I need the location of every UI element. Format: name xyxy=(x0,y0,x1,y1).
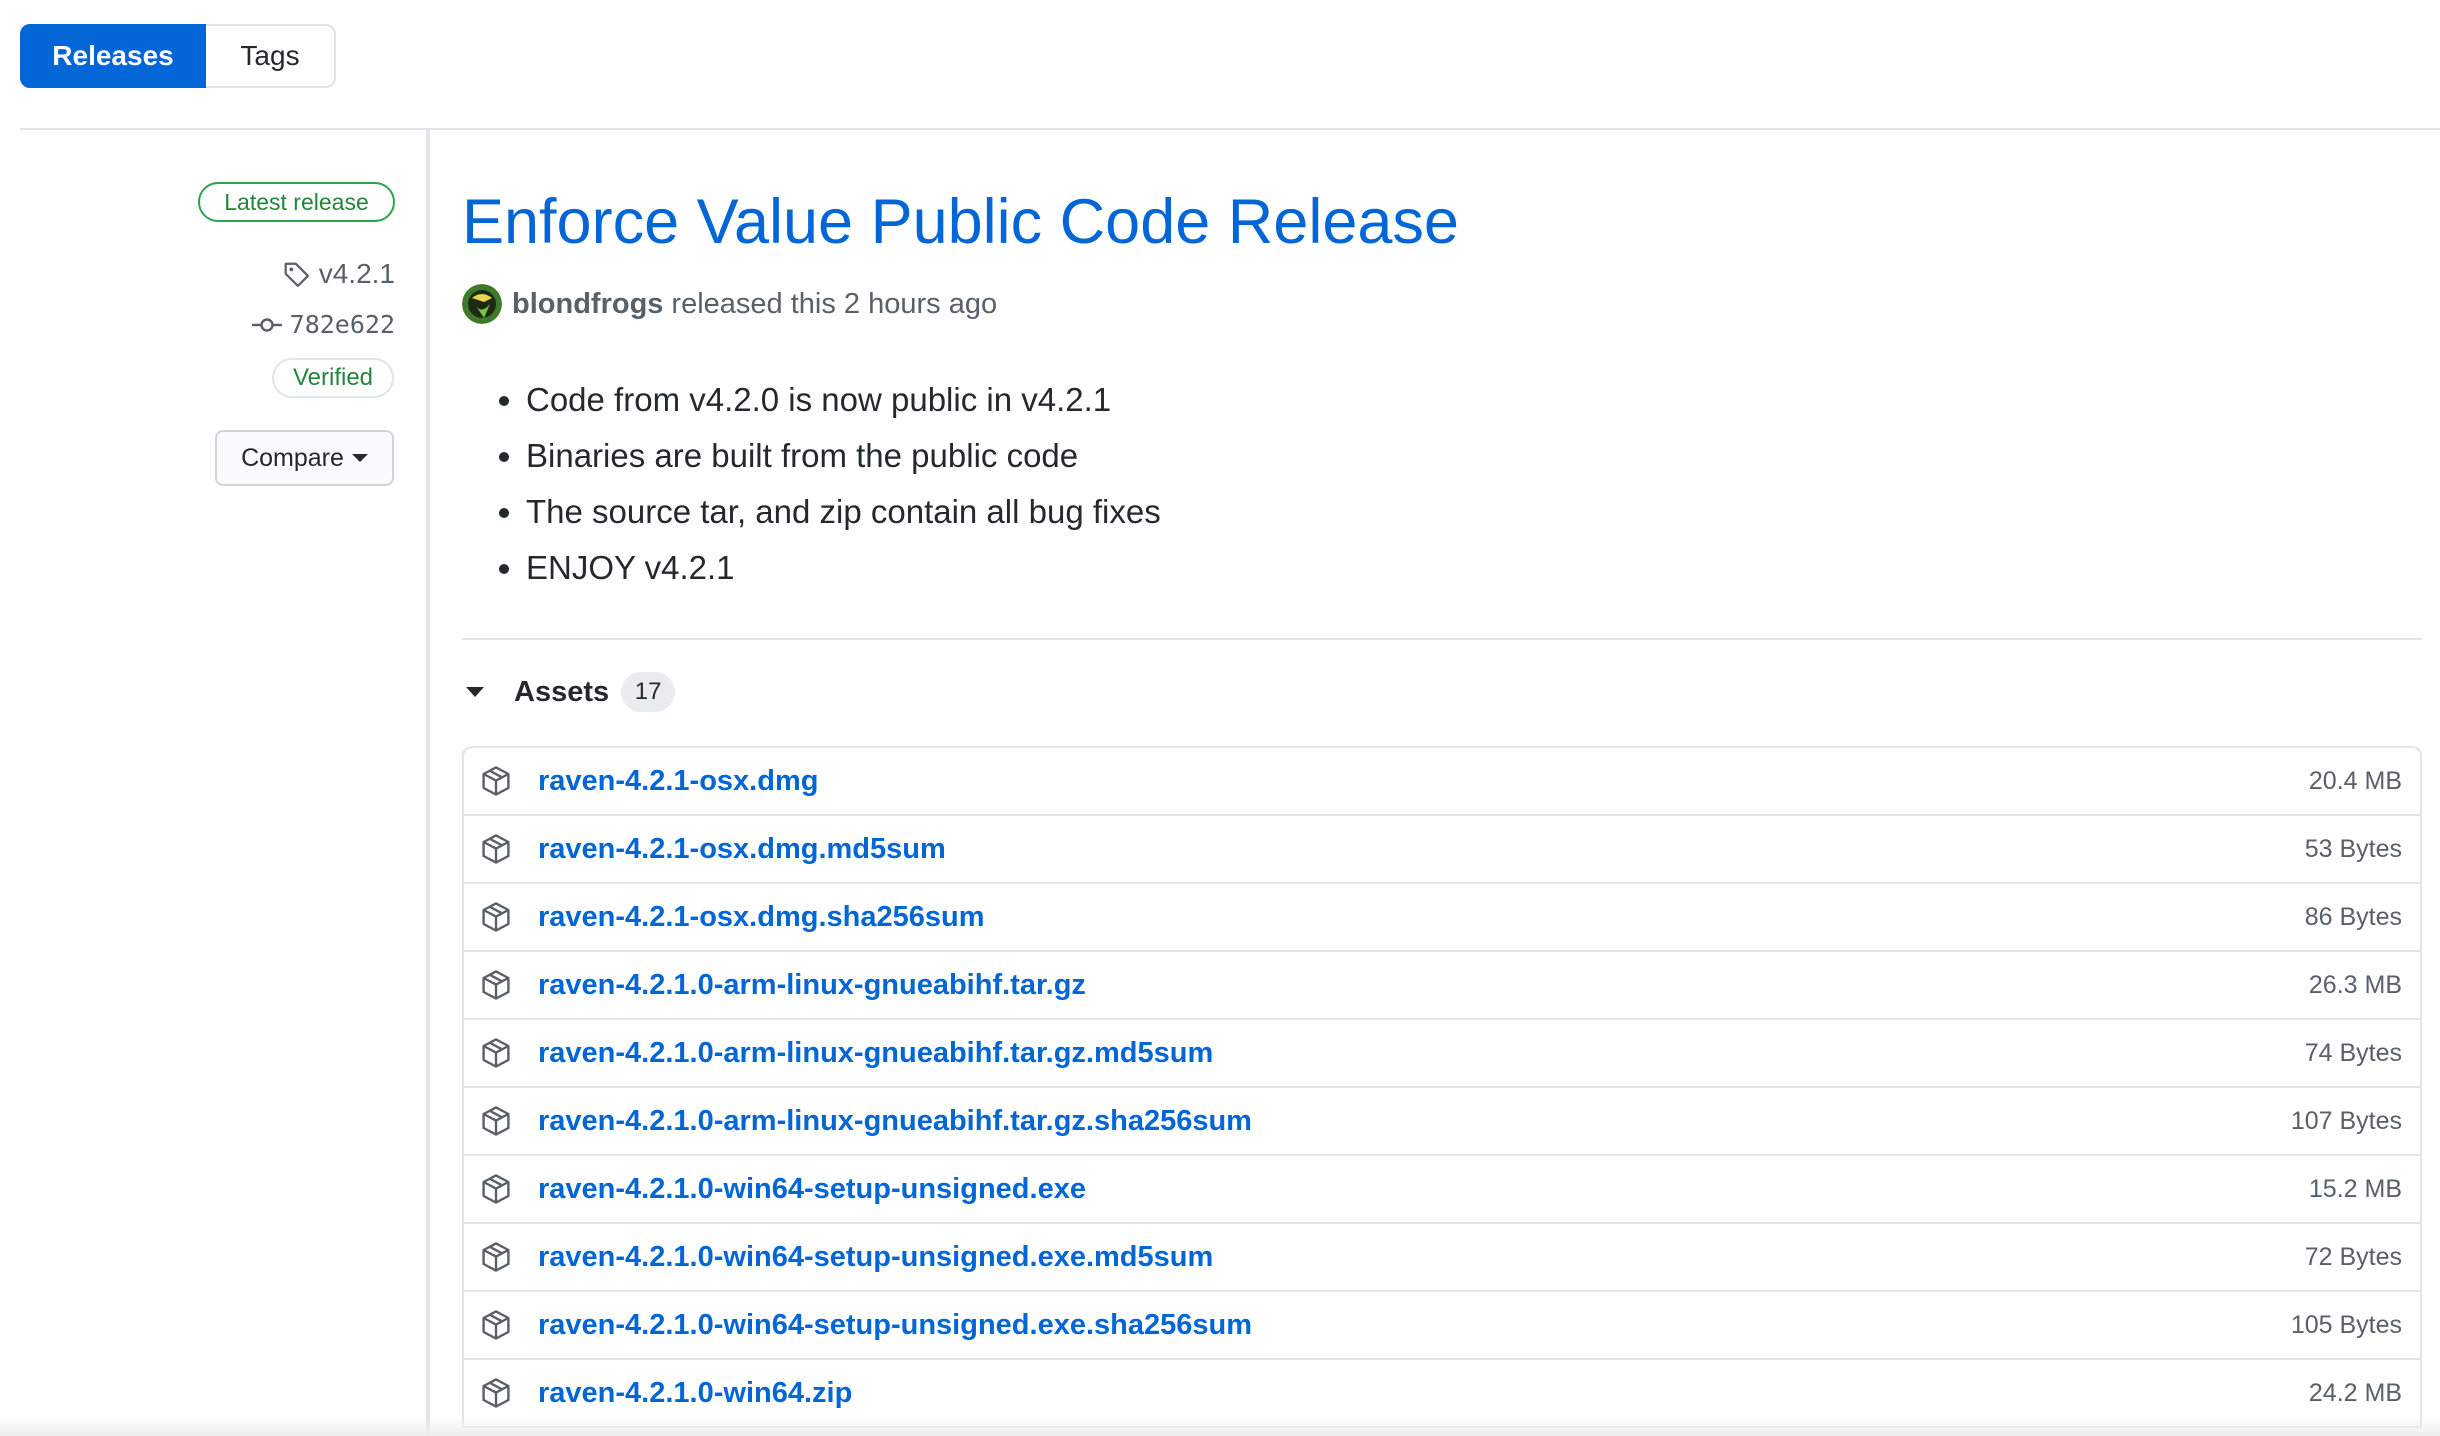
table-row[interactable]: raven-4.2.1.0-win64-setup-unsigned.exe 15… xyxy=(464,1156,2420,1224)
release-title[interactable]: Enforce Value Public Code Release xyxy=(462,187,1459,257)
asset-size: 86 Bytes xyxy=(2304,902,2402,931)
git-commit-icon xyxy=(251,317,282,332)
asset-size: 26.3 MB xyxy=(2308,970,2402,999)
list-item: Code from v4.2.0 is now public in v4.2.1 xyxy=(526,372,1161,428)
asset-name-link[interactable]: raven-4.2.1.0-arm-linux-gnueabihf.tar.gz… xyxy=(538,1037,2305,1070)
tag-name: v4.2.1 xyxy=(318,258,395,289)
table-row[interactable]: raven-4.2.1-osx.dmg 20.4 MB xyxy=(464,748,2420,816)
asset-size: 72 Bytes xyxy=(2304,1242,2402,1271)
package-icon xyxy=(482,1310,510,1340)
assets-count-badge: 17 xyxy=(621,672,676,712)
asset-size: 15.2 MB xyxy=(2308,1174,2402,1203)
package-icon xyxy=(482,1242,510,1272)
avatar[interactable] xyxy=(462,284,502,324)
asset-name-link[interactable]: raven-4.2.1.0-win64-setup-unsigned.exe.m… xyxy=(538,1241,2305,1274)
assets-toggle[interactable]: Assets 17 xyxy=(466,672,676,712)
verified-badge[interactable]: Verified xyxy=(272,358,394,398)
commit-link[interactable]: 782e622 xyxy=(251,310,395,339)
table-row[interactable]: raven-4.2.1.0-arm-linux-gnueabihf.tar.gz… xyxy=(464,1088,2420,1156)
table-row[interactable]: raven-4.2.1-osx.dmg.sha256sum 86 Bytes xyxy=(464,884,2420,952)
asset-name-link[interactable]: raven-4.2.1.0-arm-linux-gnueabihf.tar.gz xyxy=(538,969,2309,1002)
list-item: Binaries are built from the public code xyxy=(526,428,1161,484)
asset-name-link[interactable]: raven-4.2.1.0-arm-linux-gnueabihf.tar.gz… xyxy=(538,1105,2291,1138)
table-row[interactable]: raven-4.2.1.0-win64-setup-unsigned.exe.m… xyxy=(464,1224,2420,1292)
release-time: released this 2 hours ago xyxy=(671,287,998,320)
table-row[interactable]: raven-4.2.1.0-arm-linux-gnueabihf.tar.gz… xyxy=(464,1020,2420,1088)
release-author-line: blondfrogs released this 2 hours ago xyxy=(462,284,997,324)
package-icon xyxy=(482,1174,510,1204)
package-icon xyxy=(482,902,510,932)
asset-name-link[interactable]: raven-4.2.1.0-win64-setup-unsigned.exe.s… xyxy=(538,1309,2291,1342)
table-row[interactable]: raven-4.2.1.0-arm-linux-gnueabihf.tar.gz… xyxy=(464,952,2420,1020)
release-tabs: Releases Tags xyxy=(20,24,336,88)
asset-name-link[interactable]: raven-4.2.1-osx.dmg xyxy=(538,765,2309,798)
latest-release-badge: Latest release xyxy=(198,182,395,222)
asset-size: 107 Bytes xyxy=(2290,1106,2402,1135)
asset-size: 24.2 MB xyxy=(2308,1378,2402,1407)
window-bottom-edge xyxy=(0,1416,2440,1436)
asset-size: 105 Bytes xyxy=(2290,1310,2402,1339)
package-icon xyxy=(482,1106,510,1136)
assets-divider xyxy=(462,638,2422,640)
package-icon xyxy=(482,1038,510,1068)
list-item: The source tar, and zip contain all bug … xyxy=(526,484,1161,540)
releases-page: Releases Tags Latest release v4.2.1 782e… xyxy=(0,0,2440,1436)
package-icon xyxy=(482,970,510,1000)
compare-button[interactable]: Compare xyxy=(215,430,394,486)
asset-list: raven-4.2.1-osx.dmg 20.4 MB raven-4.2.1-os… xyxy=(462,746,2422,1428)
tab-releases[interactable]: Releases xyxy=(20,24,206,88)
tag-icon xyxy=(284,262,309,287)
tag-link[interactable]: v4.2.1 xyxy=(281,258,395,290)
asset-size: 20.4 MB xyxy=(2308,766,2402,795)
release-notes: Code from v4.2.0 is now public in v4.2.1… xyxy=(462,372,1161,596)
package-icon xyxy=(482,834,510,864)
package-icon xyxy=(482,1378,510,1408)
asset-name-link[interactable]: raven-4.2.1.0-win64-setup-unsigned.exe xyxy=(538,1173,2309,1206)
package-icon xyxy=(482,766,510,796)
list-item: ENJOY v4.2.1 xyxy=(526,540,1161,596)
asset-size: 53 Bytes xyxy=(2304,834,2402,863)
asset-size: 74 Bytes xyxy=(2304,1038,2402,1067)
assets-label: Assets xyxy=(514,675,610,708)
asset-name-link[interactable]: raven-4.2.1.0-win64.zip xyxy=(538,1377,2309,1410)
chevron-down-icon xyxy=(351,454,368,462)
compare-label: Compare xyxy=(241,443,344,472)
commit-hash: 782e622 xyxy=(289,310,395,339)
tab-tags[interactable]: Tags xyxy=(206,24,336,88)
triangle-down-icon xyxy=(466,687,484,697)
asset-name-link[interactable]: raven-4.2.1-osx.dmg.md5sum xyxy=(538,833,2305,866)
asset-name-link[interactable]: raven-4.2.1-osx.dmg.sha256sum xyxy=(538,901,2305,934)
sidebar-divider xyxy=(426,130,430,1436)
table-row[interactable]: raven-4.2.1-osx.dmg.md5sum 53 Bytes xyxy=(464,816,2420,884)
header-divider xyxy=(20,128,2440,130)
table-row[interactable]: raven-4.2.1.0-win64-setup-unsigned.exe.s… xyxy=(464,1292,2420,1360)
author-name[interactable]: blondfrogs xyxy=(512,288,663,321)
